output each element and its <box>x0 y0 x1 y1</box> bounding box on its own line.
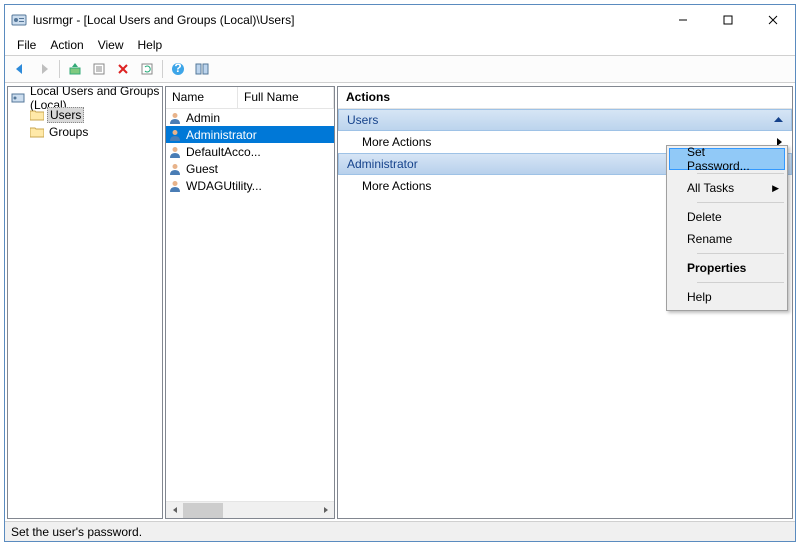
col-name[interactable]: Name <box>166 87 238 108</box>
list-row[interactable]: Guest <box>166 160 334 177</box>
action-label: More Actions <box>362 179 431 193</box>
scroll-left-icon[interactable] <box>166 502 183 519</box>
list-row[interactable]: DefaultAcco... <box>166 143 334 160</box>
menu-separator <box>697 282 784 283</box>
user-icon <box>168 179 182 193</box>
horizontal-scrollbar[interactable] <box>166 501 334 518</box>
ctx-help[interactable]: Help <box>669 286 785 308</box>
list-row[interactable]: Administrator <box>166 126 334 143</box>
ctx-properties[interactable]: Properties <box>669 257 785 279</box>
show-hide-pane-button[interactable] <box>191 58 213 80</box>
toolbar: ? <box>5 55 795 83</box>
section-label: Administrator <box>347 157 418 171</box>
tree-pane[interactable]: Local Users and Groups (Local) Users Gro… <box>7 86 163 519</box>
actions-section-users[interactable]: Users <box>338 109 792 131</box>
chevron-up-icon <box>774 117 783 123</box>
ctx-label: Help <box>687 290 712 304</box>
help-button[interactable]: ? <box>167 58 189 80</box>
status-text: Set the user's password. <box>11 525 142 539</box>
toolbar-separator <box>162 60 163 78</box>
user-icon <box>168 145 182 159</box>
user-icon <box>168 128 182 142</box>
user-name: Administrator <box>186 128 257 142</box>
ctx-label: Delete <box>687 210 722 224</box>
section-label: Users <box>347 113 378 127</box>
tree-root[interactable]: Local Users and Groups (Local) <box>8 89 162 106</box>
list-row[interactable]: Admin <box>166 109 334 126</box>
action-label: More Actions <box>362 135 431 149</box>
app-icon <box>11 12 27 28</box>
ctx-label: Rename <box>687 232 732 246</box>
menu-view[interactable]: View <box>92 36 130 54</box>
user-icon <box>168 162 182 176</box>
menu-separator <box>697 253 784 254</box>
user-name: DefaultAcco... <box>186 145 261 159</box>
forward-button[interactable] <box>33 58 55 80</box>
properties-button[interactable] <box>88 58 110 80</box>
scroll-right-icon[interactable] <box>317 502 334 519</box>
toolbar-separator <box>59 60 60 78</box>
ctx-label: Properties <box>687 261 746 275</box>
list-body: Admin Administrator DefaultAcco... Guest WDA… <box>166 109 334 501</box>
user-icon <box>168 111 182 125</box>
menu-action[interactable]: Action <box>44 36 89 54</box>
maximize-button[interactable] <box>705 5 750 35</box>
list-row[interactable]: WDAGUtility... <box>166 177 334 194</box>
close-button[interactable] <box>750 5 795 35</box>
titlebar: lusrmgr - [Local Users and Groups (Local… <box>5 5 795 35</box>
menu-separator <box>697 173 784 174</box>
col-fullname[interactable]: Full Name <box>238 87 334 108</box>
console-icon <box>11 91 25 105</box>
menu-help[interactable]: Help <box>132 36 169 54</box>
up-button[interactable] <box>64 58 86 80</box>
svg-text:?: ? <box>174 62 181 75</box>
window-title: lusrmgr - [Local Users and Groups (Local… <box>33 13 660 27</box>
minimize-button[interactable] <box>660 5 705 35</box>
tree-groups[interactable]: Groups <box>8 123 162 140</box>
context-menu: Set Password... All Tasks ▶ Delete Rename… <box>666 145 788 311</box>
folder-icon <box>30 126 44 138</box>
ctx-all-tasks[interactable]: All Tasks ▶ <box>669 177 785 199</box>
list-pane[interactable]: Name Full Name Admin Administrator Default… <box>165 86 335 519</box>
statusbar: Set the user's password. <box>5 521 795 541</box>
user-name: Guest <box>186 162 218 176</box>
window-buttons <box>660 5 795 35</box>
ctx-delete[interactable]: Delete <box>669 206 785 228</box>
tree-groups-label: Groups <box>47 125 90 139</box>
user-name: WDAGUtility... <box>186 179 262 193</box>
scroll-thumb[interactable] <box>183 503 223 518</box>
tree-users-label: Users <box>47 107 84 123</box>
ctx-label: Set Password... <box>687 145 765 173</box>
chevron-right-icon: ▶ <box>772 183 779 194</box>
user-name: Admin <box>186 111 220 125</box>
folder-icon <box>30 109 44 121</box>
list-header: Name Full Name <box>166 87 334 109</box>
menu-separator <box>697 202 784 203</box>
ctx-set-password[interactable]: Set Password... <box>669 148 785 170</box>
refresh-button[interactable] <box>136 58 158 80</box>
delete-button[interactable] <box>112 58 134 80</box>
ctx-rename[interactable]: Rename <box>669 228 785 250</box>
menubar: File Action View Help <box>5 35 795 55</box>
back-button[interactable] <box>9 58 31 80</box>
ctx-label: All Tasks <box>687 181 734 195</box>
actions-header: Actions <box>338 87 792 109</box>
menu-file[interactable]: File <box>11 36 42 54</box>
